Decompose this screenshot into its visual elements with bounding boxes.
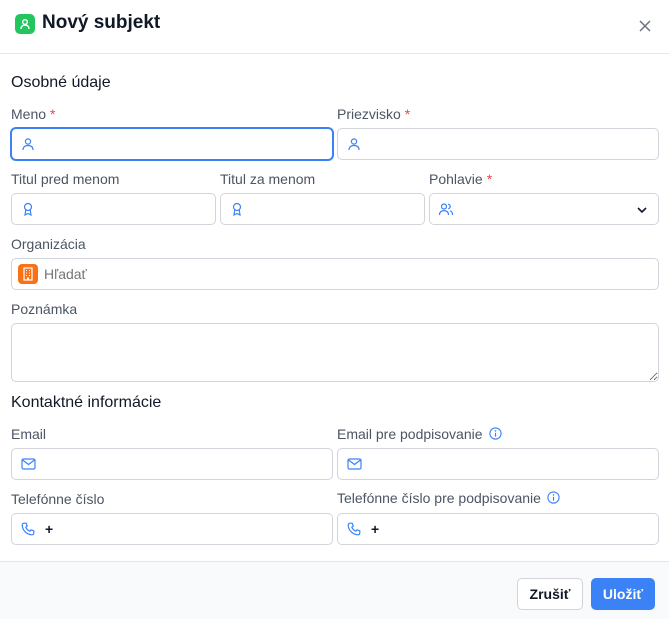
- save-button[interactable]: Uložiť: [591, 578, 655, 610]
- signing-phone-field[interactable]: +: [337, 513, 659, 545]
- required-mark: *: [50, 106, 56, 122]
- title-before-field[interactable]: [11, 193, 216, 225]
- phone-prefix: +: [45, 521, 54, 537]
- signing-email-input[interactable]: [362, 449, 658, 479]
- phone-icon: [346, 521, 362, 537]
- note-label: Poznámka: [11, 301, 78, 317]
- award-icon: [20, 201, 36, 217]
- section-title-contact: Kontaktné informácie: [11, 394, 162, 411]
- phone-label: Telefónne číslo: [11, 491, 105, 507]
- info-icon[interactable]: [547, 491, 560, 507]
- organization-search-input[interactable]: [38, 259, 658, 289]
- phone-icon: [20, 521, 36, 537]
- signing-phone-prefix: +: [371, 521, 380, 537]
- gender-label: Pohlavie *: [429, 171, 493, 187]
- signing-phone-label: Telefónne číslo pre podpisovanie: [337, 490, 560, 507]
- first-name-input[interactable]: [36, 129, 332, 159]
- cancel-button[interactable]: Zrušiť: [517, 578, 583, 610]
- organization-search-field[interactable]: [11, 258, 659, 290]
- dialog-footer: Zrušiť Uložiť: [0, 561, 669, 619]
- signing-phone-input[interactable]: [379, 514, 658, 544]
- first-name-label: Meno *: [11, 106, 56, 122]
- user-icon: [15, 14, 35, 34]
- dialog-title: Nový subjekt: [42, 12, 161, 33]
- section-title-personal: Osobné údaje: [11, 74, 111, 91]
- signing-email-field[interactable]: [337, 448, 659, 480]
- email-input[interactable]: [36, 449, 332, 479]
- close-icon[interactable]: [635, 16, 655, 36]
- signing-email-label: Email pre podpisovanie: [337, 426, 502, 443]
- user-icon: [346, 136, 362, 152]
- last-name-label: Priezvisko *: [337, 106, 411, 122]
- email-label: Email: [11, 426, 47, 442]
- building-icon: [18, 264, 38, 284]
- first-name-field[interactable]: [11, 128, 333, 160]
- mail-icon: [346, 456, 362, 472]
- title-after-label: Titul za menom: [220, 171, 316, 187]
- user-icon: [20, 136, 36, 152]
- title-after-input[interactable]: [245, 194, 424, 224]
- users-icon: [438, 201, 454, 217]
- phone-field[interactable]: +: [11, 513, 333, 545]
- required-mark: *: [486, 171, 493, 187]
- required-mark: *: [404, 106, 411, 122]
- title-before-label: Titul pred menom: [11, 171, 120, 187]
- chevron-down-icon: [636, 203, 648, 215]
- title-after-field[interactable]: [220, 193, 425, 225]
- gender-select[interactable]: [429, 193, 659, 225]
- last-name-field[interactable]: [337, 128, 659, 160]
- email-field[interactable]: [11, 448, 333, 480]
- last-name-input[interactable]: [362, 129, 658, 159]
- title-before-input[interactable]: [36, 194, 215, 224]
- organization-label: Organizácia: [11, 236, 86, 252]
- info-icon[interactable]: [488, 427, 502, 443]
- phone-input[interactable]: [53, 514, 332, 544]
- mail-icon: [20, 456, 36, 472]
- dialog-header: Nový subjekt: [0, 0, 669, 54]
- award-icon: [229, 201, 245, 217]
- note-textarea[interactable]: [11, 323, 659, 382]
